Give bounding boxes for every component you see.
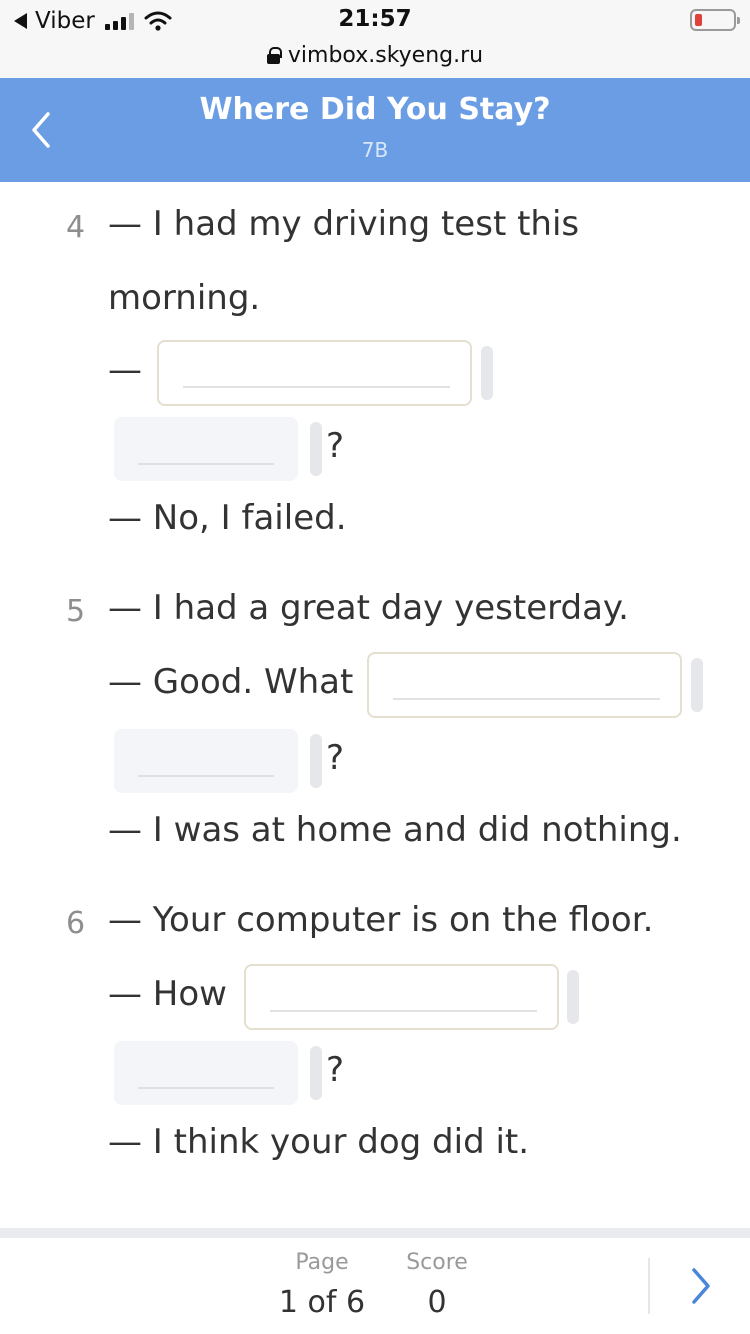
reply-prefix: — Good. What	[108, 662, 354, 702]
question-mark: ?	[326, 426, 345, 466]
drag-handle[interactable]	[481, 346, 493, 400]
item-number: 4	[66, 210, 86, 245]
drag-handle[interactable]	[310, 734, 322, 788]
footer-divider-line	[0, 1228, 750, 1238]
answer-input[interactable]	[367, 652, 682, 718]
drag-handle[interactable]	[310, 422, 322, 476]
word-drop-slot[interactable]	[114, 729, 298, 793]
url-text: vimbox.skyeng.ru	[287, 42, 484, 68]
page-indicator: Page 1 of 6	[270, 1250, 374, 1320]
reply-prefix: —	[108, 350, 142, 390]
drag-handle[interactable]	[567, 970, 579, 1024]
answer-line: — No, I failed.	[108, 498, 347, 538]
prompt-line: — Your computer is on the floor.	[108, 900, 654, 940]
page-title: Where Did You Stay?	[199, 92, 551, 127]
item-number: 6	[66, 906, 86, 941]
page-value: 1 of 6	[278, 1285, 366, 1320]
vertical-divider	[648, 1258, 650, 1314]
page-label: Page	[295, 1250, 349, 1275]
question-mark: ?	[326, 738, 345, 778]
answer-line: — I was at home and did nothing.	[108, 810, 682, 850]
battery-level	[695, 14, 702, 26]
address-bar[interactable]: vimbox.skyeng.ru	[0, 40, 750, 70]
battery-icon	[690, 9, 740, 31]
status-bar: Viber 21:57 vimbox.skyeng.ru	[0, 0, 750, 78]
drag-handle[interactable]	[310, 1046, 322, 1100]
exercise-content: 4 — I had my driving test this morning. …	[0, 182, 750, 1228]
item-number: 5	[66, 594, 86, 629]
word-drop-slot[interactable]	[114, 1041, 298, 1105]
score-value: 0	[427, 1285, 447, 1320]
footer-bar: Page 1 of 6 Score 0	[0, 1228, 750, 1334]
word-drop-slot[interactable]	[114, 417, 298, 481]
answer-input[interactable]	[157, 340, 472, 406]
chevron-right-icon	[692, 1268, 710, 1304]
clock: 21:57	[338, 6, 412, 32]
drag-handle[interactable]	[691, 658, 703, 712]
answer-input[interactable]	[244, 964, 559, 1030]
lock-icon	[266, 46, 282, 64]
answer-line: — I think your dog did it.	[108, 1122, 530, 1162]
next-page-button[interactable]	[680, 1264, 720, 1308]
app-header: Where Did You Stay? 7B	[0, 78, 750, 182]
score-label: Score	[406, 1250, 468, 1275]
prompt-line: — I had a great day yesterday.	[108, 588, 629, 628]
score-indicator: Score 0	[396, 1250, 478, 1320]
reply-prefix: — How	[108, 974, 227, 1014]
prompt-line: morning.	[108, 278, 261, 318]
question-mark: ?	[326, 1050, 345, 1090]
prompt-line: — I had my driving test this	[108, 204, 580, 244]
page-subtitle: 7B	[361, 138, 389, 162]
